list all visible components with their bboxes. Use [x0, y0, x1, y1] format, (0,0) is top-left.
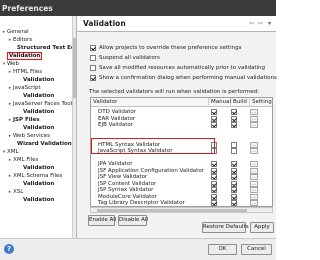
- validation-page: Allow projects to override these prefere…: [77, 32, 277, 238]
- tree-item-xsl[interactable]: ▸ XSL: [7, 188, 24, 196]
- table-header: Validator Manual Build Settings: [91, 98, 272, 107]
- enable-all-button[interactable]: Enable All: [88, 215, 116, 226]
- save-before-option[interactable]: Save all modified resources automaticall…: [90, 64, 265, 72]
- column-header-settings[interactable]: Settings: [250, 98, 272, 107]
- tree-item-xml[interactable]: ▾ XML: [1, 148, 19, 156]
- table-row[interactable]: Tag Library Descriptor Validator...: [91, 199, 272, 206]
- tree-item-jsf-validation[interactable]: Validation: [23, 108, 54, 116]
- preferences-tree[interactable]: ▸ General ▸ Editors Structured Text Ed Val…: [0, 16, 77, 238]
- tree-item-editors[interactable]: ▸ Editors: [7, 36, 32, 44]
- page-header: Validation ⇦ ⇨ ▾: [77, 16, 276, 32]
- tree-item-web[interactable]: ▾ Web: [1, 60, 19, 68]
- disable-all-button[interactable]: Disable All: [118, 215, 148, 226]
- tree-scrollbar[interactable]: [72, 16, 76, 238]
- menu-dropdown-icon[interactable]: ▾: [266, 20, 273, 27]
- column-header-validator[interactable]: Validator: [91, 98, 209, 107]
- restore-defaults-button[interactable]: Restore Defaults: [202, 222, 249, 233]
- apply-button[interactable]: Apply: [250, 222, 274, 233]
- settings-button[interactable]: ...: [250, 200, 258, 206]
- cancel-button[interactable]: Cancel: [241, 244, 272, 255]
- tree-item-structured-text-editors[interactable]: Structured Text Ed: [17, 44, 75, 52]
- column-header-manual[interactable]: Manual: [209, 98, 231, 107]
- tree-item-javascript[interactable]: ▸ JavaScript: [7, 84, 41, 92]
- suspend-all-checkbox[interactable]: [90, 55, 96, 61]
- tree-item-jsp-validation[interactable]: Validation: [23, 124, 54, 132]
- column-header-build[interactable]: Build: [231, 98, 250, 107]
- build-checkbox[interactable]: [231, 200, 237, 206]
- help-icon[interactable]: ?: [4, 244, 14, 254]
- tree-item-jsf-tools[interactable]: ▸ JavaServer Faces Tools: [7, 100, 75, 108]
- save-before-checkbox[interactable]: [90, 65, 96, 71]
- table-horizontal-scrollbar[interactable]: [90, 207, 273, 213]
- tree-item-xml-files[interactable]: ▸ XML Files: [7, 156, 39, 164]
- manual-checkbox[interactable]: [211, 200, 217, 206]
- show-confirm-checkbox[interactable]: [90, 75, 96, 81]
- build-cell[interactable]: [231, 200, 237, 206]
- allow-override-option[interactable]: Allow projects to override these prefere…: [90, 44, 241, 52]
- page-title: Validation: [83, 19, 126, 28]
- tree-item-javascript-validation[interactable]: Validation: [23, 92, 54, 100]
- allow-override-checkbox[interactable]: [90, 45, 96, 51]
- suspend-all-option[interactable]: Suspend all validators: [90, 54, 160, 62]
- tree-item-xml-schema-files[interactable]: ▸ XML Schema Files: [7, 172, 63, 180]
- tree-item-jsp-files[interactable]: ▸ JSP Files: [7, 116, 40, 124]
- validators-table[interactable]: Validator Manual Build Settings DTD Vali…: [90, 97, 273, 207]
- back-arrow-icon[interactable]: ⇦: [248, 20, 255, 27]
- validator-name: Tag Library Descriptor Validator: [98, 200, 185, 206]
- window-titlebar: Preferences: [0, 0, 276, 16]
- ok-button[interactable]: OK: [208, 244, 237, 255]
- manual-cell[interactable]: [211, 200, 217, 206]
- tree-item-xml-schema-validation[interactable]: Validation: [23, 180, 54, 188]
- tree-item-wizard-validation[interactable]: Wizard Validation: [17, 140, 72, 148]
- tree-item-general[interactable]: ▸ General: [1, 28, 29, 36]
- tree-item-xml-validation[interactable]: Validation: [23, 164, 54, 172]
- page-nav: ⇦ ⇨ ▾: [248, 20, 273, 27]
- tree-item-html-validation[interactable]: Validation: [23, 76, 54, 84]
- tree-item-html-files[interactable]: ▸ HTML Files: [7, 68, 42, 76]
- window-title: Preferences: [2, 3, 53, 13]
- tree-item-validation-selected[interactable]: Validation: [7, 52, 43, 60]
- dialog-footer: ? OK Cancel: [0, 238, 276, 260]
- show-confirm-option[interactable]: Show a confirmation dialog when performi…: [90, 74, 277, 82]
- tree-item-web-services[interactable]: ▸ Web Services: [7, 132, 50, 140]
- table-scrollbar-thumb[interactable]: [97, 209, 247, 212]
- tree-scrollbar-thumb[interactable]: [73, 38, 76, 98]
- info-text: The selected validators will run when va…: [89, 89, 259, 95]
- forward-arrow-icon[interactable]: ⇨: [257, 20, 264, 27]
- tree-item-xsl-validation[interactable]: Validation: [23, 196, 54, 204]
